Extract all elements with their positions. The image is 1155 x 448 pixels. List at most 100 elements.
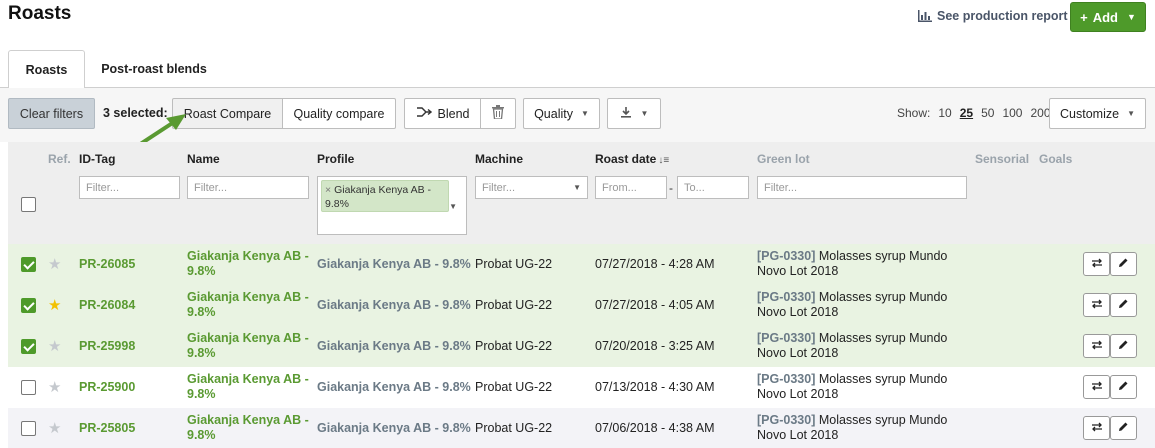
row-profile[interactable]: Giakanja Kenya AB - 9.8% [317,339,471,354]
row-green-lot[interactable]: [PG-0330] Molasses syrup Mundo Novo Lot … [757,413,957,443]
row-name[interactable]: Giakanja Kenya AB - 9.8% [187,290,312,320]
table-row[interactable]: ★ PR-25805 Giakanja Kenya AB - 9.8% Giak… [8,408,1155,448]
row-profile[interactable]: Giakanja Kenya AB - 9.8% [317,380,471,395]
quality-compare-button[interactable]: Quality compare [282,98,396,129]
table-row[interactable]: ★ PR-25998 Giakanja Kenya AB - 9.8% Giak… [8,326,1155,367]
row-id-tag[interactable]: PR-25805 [79,421,135,436]
edit-button[interactable] [1110,293,1137,317]
column-header-machine[interactable]: Machine [475,152,523,166]
compare-button[interactable] [1083,375,1110,399]
show-label: Show: [897,106,931,120]
row-roast-date: 07/27/2018 - 4:05 AM [595,298,715,312]
edit-button[interactable] [1110,334,1137,358]
row-id-tag[interactable]: PR-25998 [79,339,135,354]
report-link-label: See production report [937,9,1068,23]
table-row[interactable]: ★ PR-26084 Giakanja Kenya AB - 9.8% Giak… [8,285,1155,326]
column-header-name[interactable]: Name [187,152,220,166]
plus-icon: + [1080,9,1088,25]
pencil-icon [1118,378,1129,396]
select-all-checkbox[interactable] [21,197,36,212]
machine-filter-select[interactable]: Filter... ▼ [475,176,588,199]
edit-button[interactable] [1110,252,1137,276]
swap-icon [1091,337,1103,355]
row-id-tag[interactable]: PR-26085 [79,257,135,272]
column-header-roast-date: Roast date [595,152,657,166]
page-size-200[interactable]: 200 [1030,106,1050,120]
page-size-selector: Show: 10 25 50 100 200 [897,106,1051,120]
column-header-id-tag[interactable]: ID-Tag [79,152,115,166]
tab-roasts[interactable]: Roasts [8,50,85,89]
star-icon[interactable]: ★ [48,296,61,314]
see-production-report-link[interactable]: See production report [918,9,1068,23]
chevron-down-icon: ▼ [640,109,649,118]
merge-icon [416,106,432,121]
row-machine: Probat UG-22 [475,298,553,312]
row-name[interactable]: Giakanja Kenya AB - 9.8% [187,249,312,279]
row-checkbox[interactable] [21,257,36,272]
compare-button[interactable] [1083,334,1110,358]
row-machine: Probat UG-22 [475,339,553,353]
page-size-10[interactable]: 10 [938,106,951,120]
row-name[interactable]: Giakanja Kenya AB - 9.8% [187,372,312,402]
column-header-green-lot[interactable]: Green lot [757,152,810,166]
row-profile[interactable]: Giakanja Kenya AB - 9.8% [317,298,471,313]
sort-descending-icon: ↓≡ [658,155,670,166]
table-row[interactable]: ★ PR-26085 Giakanja Kenya AB - 9.8% Giak… [8,244,1155,285]
profile-chip-label: Giakanja Kenya AB - 9.8% [325,184,432,210]
customize-label: Customize [1060,106,1120,121]
green-lot-filter-input[interactable]: Filter... [757,176,967,199]
row-green-lot[interactable]: [PG-0330] Molasses syrup Mundo Novo Lot … [757,331,957,361]
name-filter-input[interactable]: Filter... [187,176,309,199]
pencil-icon [1118,296,1129,314]
row-green-lot[interactable]: [PG-0330] Molasses syrup Mundo Novo Lot … [757,290,957,320]
row-id-tag[interactable]: PR-25900 [79,380,135,395]
column-header-profile[interactable]: Profile [317,152,354,166]
row-checkbox[interactable] [21,421,36,436]
date-from-input[interactable]: From... [595,176,667,199]
row-checkbox[interactable] [21,380,36,395]
pencil-icon [1118,419,1129,437]
row-name[interactable]: Giakanja Kenya AB - 9.8% [187,413,312,443]
quality-dropdown[interactable]: Quality ▼ [523,98,600,129]
column-header-goals: Goals [1039,152,1073,166]
row-profile[interactable]: Giakanja Kenya AB - 9.8% [317,257,471,272]
download-dropdown[interactable]: ▼ [607,98,661,129]
add-button[interactable]: + Add ▼ [1070,2,1146,32]
profile-filter-chip[interactable]: × Giakanja Kenya AB - 9.8% [321,180,449,212]
star-icon[interactable]: ★ [48,378,61,396]
compare-button[interactable] [1083,293,1110,317]
tab-post-roast-blends[interactable]: Post-roast blends [95,50,213,88]
page-size-100[interactable]: 100 [1002,106,1022,120]
customize-dropdown[interactable]: Customize ▼ [1049,98,1146,129]
row-checkbox[interactable] [21,339,36,354]
row-roast-date: 07/20/2018 - 3:25 AM [595,339,715,353]
lot-code: [PG-0330] [757,372,816,386]
compare-button[interactable] [1083,252,1110,276]
profile-filter-select[interactable]: × Giakanja Kenya AB - 9.8% ▼ [317,176,467,235]
remove-chip-icon[interactable]: × [325,184,331,196]
clear-filters-button[interactable]: Clear filters [8,98,95,129]
row-machine: Probat UG-22 [475,380,553,394]
lot-code: [PG-0330] [757,249,816,263]
edit-button[interactable] [1110,416,1137,440]
blend-button[interactable]: Blend [404,98,481,129]
star-icon[interactable]: ★ [48,337,61,355]
page-size-50[interactable]: 50 [981,106,994,120]
row-id-tag[interactable]: PR-26084 [79,298,135,313]
date-to-input[interactable]: To... [677,176,749,199]
star-icon[interactable]: ★ [48,255,61,273]
star-icon[interactable]: ★ [48,419,61,437]
row-green-lot[interactable]: [PG-0330] Molasses syrup Mundo Novo Lot … [757,249,957,279]
row-green-lot[interactable]: [PG-0330] Molasses syrup Mundo Novo Lot … [757,372,957,402]
row-checkbox[interactable] [21,298,36,313]
compare-button[interactable] [1083,416,1110,440]
delete-button[interactable] [480,98,516,129]
table-row[interactable]: ★ PR-25900 Giakanja Kenya AB - 9.8% Giak… [8,367,1155,408]
row-name[interactable]: Giakanja Kenya AB - 9.8% [187,331,312,361]
row-profile[interactable]: Giakanja Kenya AB - 9.8% [317,421,471,436]
page-size-25[interactable]: 25 [960,106,973,120]
id-tag-filter-input[interactable]: Filter... [79,176,180,199]
chevron-down-icon: ▼ [1126,12,1136,22]
column-header-roast-date-group[interactable]: Roast date ↓≡ [595,152,669,166]
edit-button[interactable] [1110,375,1137,399]
